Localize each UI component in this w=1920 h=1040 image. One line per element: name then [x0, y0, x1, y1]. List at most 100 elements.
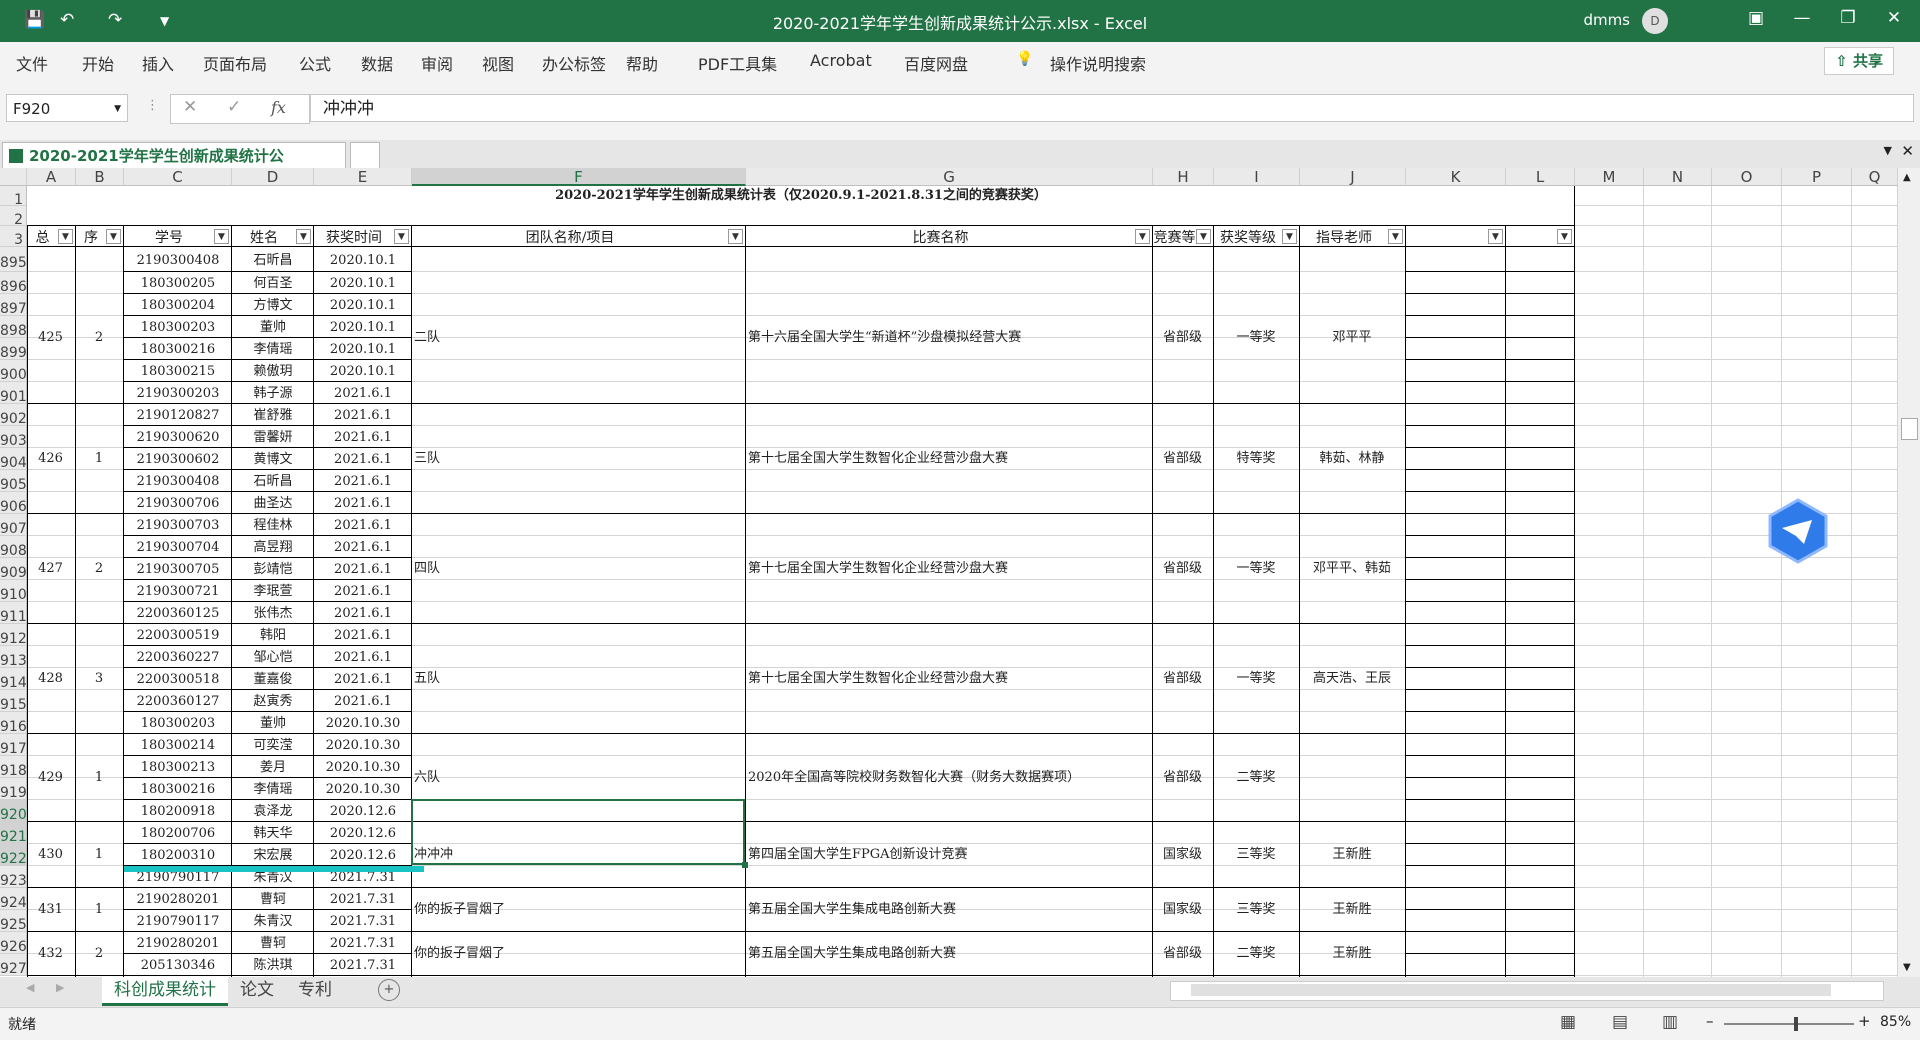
group-total[interactable]: 431	[27, 888, 74, 932]
cell-D[interactable]: 李倩瑶	[232, 778, 314, 800]
group-total[interactable]: 427	[27, 514, 74, 624]
filter-dropdown-icon[interactable]: ▼	[1135, 229, 1150, 244]
filter-dropdown-icon[interactable]: ▼	[1388, 229, 1403, 244]
cell-D[interactable]: 程佳林	[232, 514, 314, 536]
cell-D[interactable]: 赖傲玥	[232, 360, 314, 382]
cell-D[interactable]: 张伟杰	[232, 602, 314, 624]
avatar[interactable]: D	[1642, 8, 1668, 34]
cell-E[interactable]: 2021.7.31	[314, 954, 412, 976]
menu-item-10[interactable]: PDF工具集	[698, 51, 777, 75]
row-header-915[interactable]: 915	[0, 690, 27, 713]
cell-E[interactable]: 2021.6.1	[314, 470, 412, 492]
cell-E[interactable]: 2021.6.1	[314, 426, 412, 448]
cell-E[interactable]: 2021.6.1	[314, 646, 412, 668]
cell-D[interactable]: 可奕滢	[232, 734, 314, 756]
filter-dropdown-icon[interactable]: ▼	[1196, 229, 1211, 244]
cell-D[interactable]: 李倩瑶	[232, 338, 314, 360]
group-total[interactable]: 425	[27, 272, 74, 404]
cell-C[interactable]: 2190280201	[124, 888, 232, 910]
zoom-slider-thumb[interactable]	[1794, 1017, 1798, 1031]
cell-E[interactable]: 2021.6.1	[314, 558, 412, 580]
group-comp[interactable]: 第十七届全国大学生数智化企业经营沙盘大赛	[748, 624, 1153, 734]
cell-E[interactable]: 2020.12.6	[314, 822, 412, 844]
row-header-922[interactable]: 922	[0, 844, 27, 867]
cell-C[interactable]: 2190280201	[124, 932, 232, 954]
cell-C[interactable]: 2190300705	[124, 558, 232, 580]
menu-item-5[interactable]: 数据	[361, 51, 393, 75]
cell-D[interactable]: 曹轲	[232, 932, 314, 954]
row-header-897[interactable]: 897	[0, 294, 27, 317]
insert-function-icon[interactable]: fx	[271, 98, 286, 117]
menu-item-0[interactable]: 文件	[16, 51, 48, 75]
cell-C[interactable]: 180300216	[124, 778, 232, 800]
group-seq[interactable]: 1	[76, 822, 122, 888]
cell-D[interactable]: 韩天华	[232, 822, 314, 844]
share-button[interactable]: ⇧ 共享	[1824, 47, 1894, 75]
cell-D[interactable]: 董帅	[232, 316, 314, 338]
row-header-909[interactable]: 909	[0, 558, 27, 581]
cell-C[interactable]: 2190300408	[124, 247, 232, 272]
close-window-icon[interactable]: ✕	[1901, 142, 1914, 160]
horizontal-scrollbar[interactable]	[1170, 981, 1884, 1001]
row-header-911[interactable]: 911	[0, 602, 27, 625]
column-header-J[interactable]: J	[1300, 168, 1406, 186]
cell-C[interactable]: 180300204	[124, 294, 232, 316]
group-comp[interactable]: 第四届全国大学生FPGA创新设计竞赛	[748, 822, 1153, 888]
row-header-2[interactable]: 2	[0, 206, 27, 228]
filter-dropdown-icon[interactable]: ▼	[1282, 229, 1297, 244]
zoom-out-icon[interactable]: –	[1706, 1012, 1714, 1030]
group-seq[interactable]: 2	[76, 514, 122, 624]
select-all-corner[interactable]	[0, 168, 27, 186]
cell-C[interactable]: 2190300706	[124, 492, 232, 514]
cell-C[interactable]: 2190300203	[124, 382, 232, 404]
cancel-icon[interactable]: ✕	[183, 97, 197, 117]
cell-C[interactable]: 2190300721	[124, 580, 232, 602]
cell-C[interactable]: 180300203	[124, 712, 232, 734]
row-header-896[interactable]: 896	[0, 272, 27, 295]
cell-C[interactable]: 2200360227	[124, 646, 232, 668]
cell-E[interactable]: 2020.12.6	[314, 800, 412, 822]
group-comp[interactable]: 第十六届全国大学生“新道杯”沙盘模拟经营大赛	[748, 272, 1153, 404]
cell-E[interactable]: 2021.7.31	[314, 932, 412, 954]
cell-D[interactable]: 方博文	[232, 294, 314, 316]
group-total[interactable]: 429	[27, 734, 74, 822]
filter-dropdown-icon[interactable]: ▼	[728, 229, 743, 244]
group-teacher[interactable]: 邓平平、韩茹	[1300, 514, 1404, 624]
column-header-P[interactable]: P	[1782, 168, 1852, 186]
row-header-921[interactable]: 921	[0, 822, 27, 845]
cell-E[interactable]: 2021.7.31	[314, 888, 412, 910]
sheet-tab-zhuanli[interactable]: 专利	[298, 977, 332, 1003]
filter-dropdown-icon[interactable]: ▼	[394, 229, 409, 244]
sheet-tab-lunwen[interactable]: 论文	[240, 977, 274, 1003]
filter-dropdown-icon[interactable]: ▼	[296, 229, 311, 244]
column-header-H[interactable]: H	[1153, 168, 1214, 186]
cell-D[interactable]: 董帅	[232, 712, 314, 734]
close-icon[interactable]: ✕	[1874, 8, 1914, 28]
group-teacher[interactable]: 韩茹、林静	[1300, 404, 1404, 514]
row-header-904[interactable]: 904	[0, 448, 27, 471]
column-header-E[interactable]: E	[314, 168, 412, 186]
cell-D[interactable]: 宋宏展	[232, 844, 314, 866]
cell-D[interactable]: 何百圣	[232, 272, 314, 294]
row-header-919[interactable]: 919	[0, 778, 27, 801]
group-comp[interactable]: 第五届全国大学生集成电路创新大赛	[748, 932, 1153, 976]
cell-C[interactable]: 180200706	[124, 822, 232, 844]
user-name[interactable]: dmms	[1583, 11, 1630, 29]
group-teacher[interactable]: 邓平平	[1300, 272, 1404, 404]
add-sheet-icon[interactable]: +	[378, 979, 400, 1001]
group-award[interactable]: 一等奖	[1214, 272, 1298, 404]
menu-item-2[interactable]: 插入	[142, 51, 174, 75]
cell-D[interactable]: 曹轲	[232, 888, 314, 910]
group-team[interactable]: 二队	[414, 272, 746, 404]
prev-sheet-icon[interactable]: ◀	[26, 981, 34, 994]
cell-D[interactable]: 董嘉俊	[232, 668, 314, 690]
group-teacher[interactable]: 王新胜	[1300, 888, 1404, 932]
column-header-I[interactable]: I	[1214, 168, 1300, 186]
cell-C[interactable]: 180300216	[124, 338, 232, 360]
filter-dropdown-icon[interactable]: ▼	[58, 229, 73, 244]
cell-D[interactable]: 赵寅秀	[232, 690, 314, 712]
group-level[interactable]: 省部级	[1153, 932, 1212, 976]
column-header-K[interactable]: K	[1406, 168, 1506, 186]
row-header-900[interactable]: 900	[0, 360, 27, 383]
group-team[interactable]: 你的扳子冒烟了	[414, 888, 746, 932]
